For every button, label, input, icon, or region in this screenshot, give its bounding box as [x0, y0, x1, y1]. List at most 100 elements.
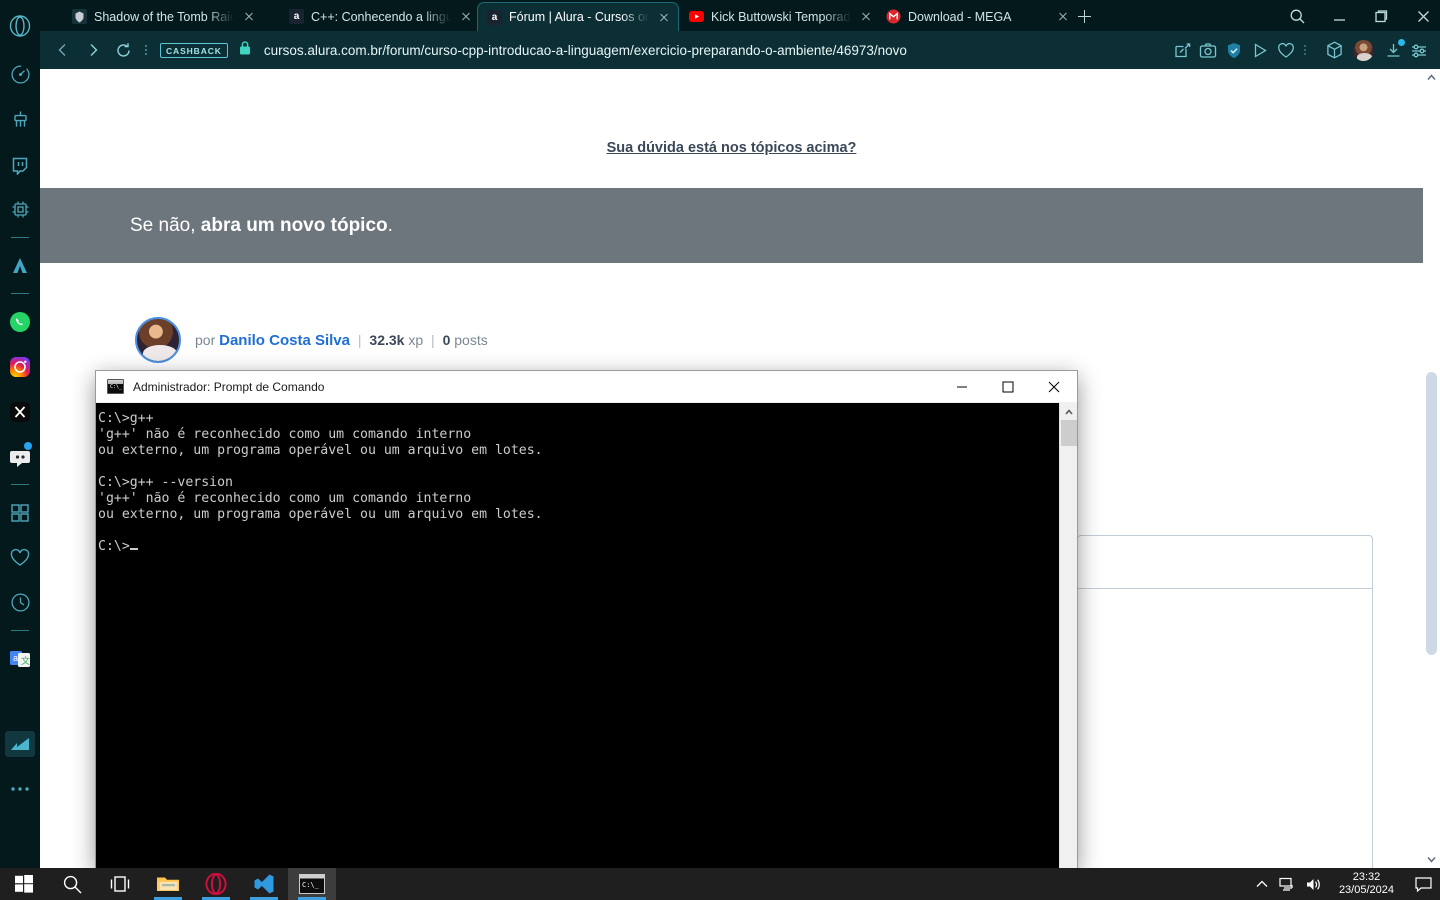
back-button[interactable]: [50, 37, 76, 63]
cmd-output: C:\>g++ 'g++' não é reconhecido como um …: [98, 411, 543, 554]
taskbar-opera-icon[interactable]: [192, 868, 240, 900]
sidebar-twitch-icon[interactable]: [0, 142, 40, 187]
tab-close-icon[interactable]: [241, 9, 257, 25]
tab-close-icon[interactable]: [858, 9, 874, 25]
sidebar-discord-icon[interactable]: [0, 434, 40, 479]
sidebar-x-icon[interactable]: [0, 389, 40, 434]
sidebar-history-icon[interactable]: [0, 580, 40, 625]
screenshot-camera-icon[interactable]: [1195, 37, 1221, 63]
tab-favicon-alura: a: [487, 9, 502, 25]
tab-close-icon[interactable]: [458, 9, 474, 25]
sidebar-more-icon[interactable]: [0, 766, 40, 811]
reply-card-divider: [1078, 588, 1372, 589]
sidebar-instagram-icon[interactable]: [0, 344, 40, 389]
reply-editor-card[interactable]: [1077, 535, 1373, 868]
tab-favicon-mega: [886, 9, 901, 24]
show-hidden-icons-chevron[interactable]: [1249, 868, 1275, 900]
window-restore-button[interactable]: [1368, 4, 1394, 26]
page-scroll-up-icon[interactable]: [1425, 71, 1438, 84]
sidebar-gamemaker-icon[interactable]: [0, 52, 40, 97]
taskbar-search-icon[interactable]: [48, 868, 96, 900]
vpn-shield-icon[interactable]: [1221, 37, 1247, 63]
sidebar-aria-icon[interactable]: [0, 243, 40, 288]
taskbar-clock[interactable]: 23:32 23/05/2024: [1327, 871, 1406, 897]
clock-time: 23:32: [1352, 871, 1381, 883]
page-scrollbar-thumb[interactable]: [1426, 372, 1437, 655]
new-topic-banner-text: Se não, abra um novo tópico.: [130, 215, 393, 237]
action-center-icon[interactable]: [1406, 868, 1440, 900]
cmd-close-button[interactable]: [1031, 371, 1077, 403]
url-text[interactable]: cursos.alura.com.br/forum/curso-cpp-intr…: [264, 43, 1169, 58]
windows-taskbar: C:\_ 23:32 23/05/2024: [0, 868, 1440, 900]
page-scroll-down-icon[interactable]: [1425, 853, 1438, 866]
sidebar-divider: [11, 630, 29, 631]
window-minimize-button[interactable]: [1326, 4, 1352, 26]
cmd-scrollbar[interactable]: [1059, 403, 1077, 868]
profile-avatar[interactable]: [1352, 38, 1375, 62]
command-prompt-window[interactable]: C:\_ Administrador: Prompt de Comando C:…: [96, 371, 1077, 868]
forward-button[interactable]: [80, 37, 106, 63]
sidebar-translate-icon[interactable]: a文: [0, 636, 40, 681]
windows-start-icon[interactable]: [0, 868, 48, 900]
sidebar-panels-icon[interactable]: [0, 490, 40, 535]
more-vertical-icon[interactable]: [1299, 37, 1311, 63]
network-icon[interactable]: [1275, 868, 1301, 900]
crypto-wallet-icon[interactable]: [1321, 37, 1347, 63]
sidebar-favorites-icon[interactable]: [0, 535, 40, 580]
browser-tab[interactable]: a C++: Conhecendo a linguagem: [280, 2, 480, 31]
cmd-minimize-button[interactable]: [939, 371, 985, 403]
browser-tab-active[interactable]: a Fórum | Alura - Cursos onli: [477, 2, 679, 31]
easy-setup-icon[interactable]: [1406, 37, 1432, 63]
tab-close-icon[interactable]: [1055, 9, 1071, 25]
banner-text-bold[interactable]: abra um novo tópico: [201, 215, 388, 236]
new-topic-banner: Se não, abra um novo tópico.: [40, 188, 1423, 263]
heart-favorite-icon[interactable]: [1273, 37, 1299, 63]
browser-tab[interactable]: Kick Buttowski Temporada: [680, 2, 880, 31]
tab-close-icon[interactable]: [656, 9, 672, 25]
browser-tab[interactable]: Download - MEGA: [877, 2, 1077, 31]
cmd-title-bar[interactable]: C:\_ Administrador: Prompt de Comando: [96, 371, 1077, 403]
volume-icon[interactable]: [1301, 868, 1327, 900]
page-menu-icon[interactable]: [140, 37, 152, 63]
reload-button[interactable]: [110, 37, 136, 63]
author-avatar[interactable]: [135, 317, 181, 363]
sidebar-whatsapp-icon[interactable]: [0, 299, 40, 344]
tab-title: Download - MEGA: [908, 9, 1012, 24]
author-meta: por Danilo Costa Silva | 32.3k xp | 0 po…: [195, 332, 488, 349]
taskbar-cmd-icon[interactable]: C:\_: [288, 868, 336, 900]
taskbar-vscode-icon[interactable]: [240, 868, 288, 900]
clock-date: 23/05/2024: [1338, 884, 1394, 896]
author-xp-value: 32.3k: [369, 331, 405, 348]
cashback-badge[interactable]: CASHBACK: [160, 42, 228, 58]
sidebar-cleaner-icon[interactable]: [0, 97, 40, 142]
author-name-link[interactable]: Danilo Costa Silva: [219, 332, 350, 349]
system-tray: 23:32 23/05/2024: [1249, 868, 1440, 900]
topic-question-link[interactable]: Sua dúvida está nos tópicos acima?: [607, 140, 857, 156]
address-bar: CASHBACK cursos.alura.com.br/forum/curso…: [40, 31, 1440, 69]
cmd-maximize-button[interactable]: [985, 371, 1031, 403]
cmd-scroll-up-icon[interactable]: [1060, 403, 1077, 420]
svg-text:C:\_: C:\_: [302, 881, 320, 889]
cmd-window-title: Administrador: Prompt de Comando: [133, 379, 325, 394]
sidebar-flow-icon[interactable]: [0, 721, 40, 766]
send-flow-icon[interactable]: [1247, 37, 1273, 63]
sidebar-cpu-icon[interactable]: [0, 187, 40, 232]
opera-logo-icon[interactable]: [0, 0, 40, 52]
secure-lock-icon[interactable]: [238, 40, 252, 61]
taskbar-taskview-icon[interactable]: [96, 868, 144, 900]
browser-tab[interactable]: Shadow of the Tomb Raider: [63, 2, 263, 31]
tab-search-icon[interactable]: [1284, 4, 1310, 26]
downloads-icon[interactable]: [1380, 37, 1406, 63]
cmd-console-body[interactable]: C:\>g++ 'g++' não é reconhecido como um …: [96, 403, 1077, 868]
snapshot-icon[interactable]: [1169, 37, 1195, 63]
tab-title: Fórum | Alura - Cursos onli: [509, 10, 649, 24]
taskbar-explorer-icon[interactable]: [144, 868, 192, 900]
cmd-scrollbar-thumb[interactable]: [1061, 420, 1077, 446]
author-posts-count: 0: [442, 331, 451, 348]
banner-text-plain: Se não,: [130, 214, 201, 236]
sidebar-divider: [11, 237, 29, 238]
banner-text-tail: .: [387, 214, 393, 236]
window-close-button[interactable]: [1410, 4, 1436, 26]
page-scrollbar[interactable]: [1423, 69, 1440, 868]
new-tab-button[interactable]: [1075, 7, 1093, 25]
